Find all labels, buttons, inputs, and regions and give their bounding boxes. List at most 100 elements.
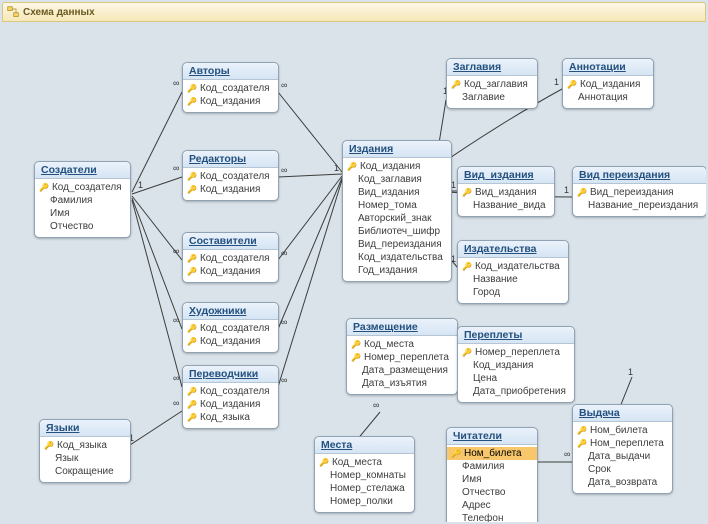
table-izdatelstva[interactable]: ИздательстваКод_издательстваНазваниеГоро… <box>457 240 569 304</box>
table-mesta[interactable]: МестаКод_местаНомер_комнатыНомер_стелажа… <box>314 436 415 513</box>
field[interactable]: Цена <box>458 372 574 385</box>
field[interactable]: Вид_издания <box>343 186 451 199</box>
field[interactable]: Код_издания <box>183 265 278 278</box>
field[interactable]: Срок <box>573 463 672 476</box>
field[interactable]: Код_издания <box>183 183 278 196</box>
card-many: ∞ <box>173 78 179 88</box>
table-title: Переводчики <box>183 366 278 383</box>
field[interactable]: Дата_приобретения <box>458 385 574 398</box>
table-zaglaviya[interactable]: ЗаглавияКод_заглавияЗаглавие <box>446 58 538 109</box>
card-one: 1 <box>334 163 339 173</box>
table-vid-pereizdaniya[interactable]: Вид переиздания Вид_переизданияНазвание_п… <box>572 166 706 217</box>
field[interactable]: Ном_билета <box>573 424 672 437</box>
field[interactable]: Код_места <box>347 338 457 351</box>
relationships-window: { "window": { "title": "Схема данных" },… <box>0 0 708 524</box>
table-title: Издания <box>343 141 451 158</box>
table-title: Создатели <box>35 162 130 179</box>
field[interactable]: Название_вида <box>458 199 554 212</box>
canvas[interactable]: 1 ∞ ∞ ∞ ∞ ∞ 1 ∞ ∞ ∞ ∞ ∞ ∞ 1 ∞ 1 1 ∞ 1 1 … <box>2 22 706 522</box>
table-hudozhniki[interactable]: ХудожникиКод_создателяКод_издания <box>182 302 279 353</box>
field[interactable]: Код_создателя <box>183 385 278 398</box>
field[interactable]: Код_создателя <box>35 181 130 194</box>
field-list: Код_создателяКод_издания <box>183 250 278 282</box>
field[interactable]: Код_издания <box>563 78 653 91</box>
field[interactable]: Дата_возврата <box>573 476 672 489</box>
table-title: Читатели <box>447 428 537 445</box>
field[interactable]: Номер_переплета <box>458 346 574 359</box>
field[interactable]: Код_издательства <box>458 260 568 273</box>
field[interactable]: Имя <box>447 473 537 486</box>
table-izdaniya[interactable]: Издания Код_изданияКод_заглавияВид_издани… <box>342 140 452 282</box>
table-sozdateli[interactable]: Создатели Код_создателяФамилияИмяОтчество <box>34 161 131 238</box>
table-yazyki[interactable]: Языки Код_языкаЯзыкСокращение <box>39 419 131 483</box>
field-list: Код_изданияАннотация <box>563 76 653 108</box>
field[interactable]: Код_создателя <box>183 82 278 95</box>
card-many: ∞ <box>173 246 179 256</box>
field-list: Вид_изданияНазвание_вида <box>458 184 554 216</box>
field[interactable]: Код_издания <box>343 160 451 173</box>
field[interactable]: Библиотеч_шифр <box>343 225 451 238</box>
field[interactable]: Отчество <box>447 486 537 499</box>
field[interactable]: Номер_полки <box>315 495 414 508</box>
field[interactable]: Город <box>458 286 568 299</box>
field[interactable]: Код_места <box>315 456 414 469</box>
field[interactable]: Имя <box>35 207 130 220</box>
table-redaktory[interactable]: Редакторы Код_создателяКод_издания <box>182 150 279 201</box>
table-sostaviteli[interactable]: СоставителиКод_создателяКод_издания <box>182 232 279 283</box>
field[interactable]: Номер_переплета <box>347 351 457 364</box>
field[interactable]: Номер_тома <box>343 199 451 212</box>
field-list: Код_создателяКод_издания <box>183 80 278 112</box>
field[interactable]: Вид_переиздания <box>573 186 706 199</box>
field[interactable]: Код_издания <box>458 359 574 372</box>
field[interactable]: Код_издания <box>183 95 278 108</box>
table-perevodchiki[interactable]: Переводчики Код_создателяКод_изданияКод_я… <box>182 365 279 429</box>
field[interactable]: Название_переиздания <box>573 199 706 212</box>
field[interactable]: Год_издания <box>343 264 451 277</box>
field[interactable]: Код_заглавия <box>447 78 537 91</box>
field[interactable]: Номер_комнаты <box>315 469 414 482</box>
field[interactable]: Ном_переплета <box>573 437 672 450</box>
field[interactable]: Код_языка <box>183 411 278 424</box>
card-many: ∞ <box>281 80 287 90</box>
field[interactable]: Дата_выдачи <box>573 450 672 463</box>
field[interactable]: Код_издания <box>183 398 278 411</box>
card-many: ∞ <box>173 315 179 325</box>
table-title: Вид переиздания <box>573 167 706 184</box>
field[interactable]: Ном_билета <box>447 447 537 460</box>
window-title: Схема данных <box>23 7 95 18</box>
field[interactable]: Код_издания <box>183 335 278 348</box>
field[interactable]: Код_создателя <box>183 170 278 183</box>
field[interactable]: Код_языка <box>40 439 130 452</box>
field[interactable]: Язык <box>40 452 130 465</box>
field[interactable]: Адрес <box>447 499 537 512</box>
table-vydacha[interactable]: ВыдачаНом_билетаНом_переплетаДата_выдачи… <box>572 404 673 494</box>
field[interactable]: Фамилия <box>447 460 537 473</box>
field[interactable]: Вид_издания <box>458 186 554 199</box>
field[interactable]: Телефон <box>447 512 537 522</box>
field[interactable]: Фамилия <box>35 194 130 207</box>
field[interactable]: Вид_переиздания <box>343 238 451 251</box>
field[interactable]: Сокращение <box>40 465 130 478</box>
field[interactable]: Дата_изъятия <box>347 377 457 390</box>
table-pereplety[interactable]: Переплеты Номер_переплетаКод_изданияЦенаД… <box>457 326 575 403</box>
field[interactable]: Код_издательства <box>343 251 451 264</box>
card-many: ∞ <box>173 398 179 408</box>
field[interactable]: Заглавие <box>447 91 537 104</box>
field[interactable]: Код_создателя <box>183 322 278 335</box>
table-vid-izdaniya[interactable]: Вид_изданияВид_изданияНазвание_вида <box>457 166 555 217</box>
field[interactable]: Аннотация <box>563 91 653 104</box>
field[interactable]: Код_создателя <box>183 252 278 265</box>
field[interactable]: Отчество <box>35 220 130 233</box>
table-chitateli[interactable]: Читатели Ном_билетаФамилияИмяОтчествоАдре… <box>446 427 538 522</box>
field[interactable]: Код_заглавия <box>343 173 451 186</box>
table-razmeshenie[interactable]: РазмещениеКод_местаНомер_переплетаДата_р… <box>346 318 458 395</box>
field[interactable]: Номер_стелажа <box>315 482 414 495</box>
table-title: Переплеты <box>458 327 574 344</box>
table-avtory[interactable]: АвторыКод_создателяКод_издания <box>182 62 279 113</box>
table-title: Языки <box>40 420 130 437</box>
field[interactable]: Дата_размещения <box>347 364 457 377</box>
field[interactable]: Название <box>458 273 568 286</box>
table-title: Редакторы <box>183 151 278 168</box>
table-annotacii[interactable]: АннотацииКод_изданияАннотация <box>562 58 654 109</box>
field[interactable]: Авторский_знак <box>343 212 451 225</box>
